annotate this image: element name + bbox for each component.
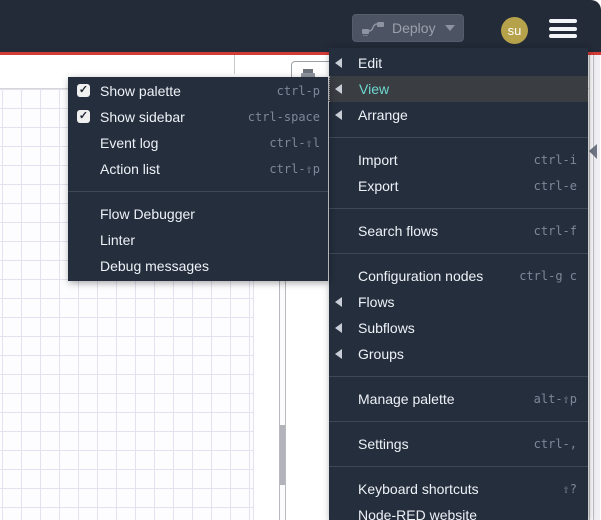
menu-item-label: Configuration nodes — [358, 268, 484, 284]
menu-item-label: Import — [358, 152, 398, 168]
node-red-editor: Deploy su Edit View Arrange Import ctrl-… — [0, 0, 601, 520]
submenu-arrow-icon — [335, 84, 342, 94]
menu-item-shortcut: ctrl-e — [533, 179, 577, 193]
menu-item-label: Flows — [358, 294, 395, 310]
menu-separator — [329, 421, 588, 422]
deploy-button[interactable]: Deploy — [352, 14, 464, 42]
menu-separator — [329, 208, 588, 209]
deploy-icon — [362, 22, 384, 36]
menu-item-label: Action list — [100, 161, 160, 177]
menu-item-flow-debugger[interactable]: Flow Debugger — [68, 201, 328, 227]
page-scrollbar-track — [594, 55, 600, 520]
menu-item-label: Event log — [100, 135, 159, 151]
menu-item-groups[interactable]: Groups — [329, 341, 588, 367]
menu-item-shortcut: ctrl-f — [533, 224, 577, 238]
menu-item-settings[interactable]: Settings ctrl-, — [329, 431, 588, 457]
menu-item-shortcut: ctrl-space — [247, 110, 320, 124]
menu-item-shortcut: ctrl-⇧p — [269, 162, 320, 176]
page-vertical-scrollbar[interactable] — [589, 55, 601, 520]
menu-item-label: Edit — [358, 55, 383, 71]
hamburger-bar — [549, 34, 577, 38]
menu-item-linter[interactable]: Linter — [68, 227, 328, 253]
menu-item-configuration-nodes[interactable]: Configuration nodes ctrl-g c — [329, 263, 588, 289]
menu-item-edit[interactable]: Edit — [329, 50, 588, 76]
submenu-arrow-icon — [335, 323, 342, 333]
deploy-button-label: Deploy — [392, 20, 436, 36]
menu-item-label: Arrange — [358, 107, 408, 123]
page-scrollbar-line — [593, 55, 594, 520]
menu-item-label: Export — [358, 178, 399, 194]
menu-item-show-sidebar[interactable]: ✓ Show sidebar ctrl-space — [68, 104, 328, 130]
main-menu: Edit View Arrange Import ctrl-i Export c… — [329, 48, 588, 520]
menu-item-label: Groups — [358, 346, 404, 362]
menu-item-label: View — [359, 81, 390, 97]
menu-item-debug-messages[interactable]: Debug messages — [68, 253, 328, 279]
menu-item-shortcut: alt-⇧p — [533, 392, 577, 406]
sidebar-collapse-arrow-icon[interactable] — [589, 144, 597, 159]
menu-separator — [329, 376, 588, 377]
menu-item-action-list[interactable]: Action list ctrl-⇧p — [68, 156, 328, 182]
submenu-arrow-icon — [335, 58, 342, 68]
header-bar: Deploy su — [0, 0, 601, 52]
hamburger-menu-button[interactable] — [549, 19, 577, 38]
menu-separator — [329, 137, 588, 138]
view-submenu: ✓ Show palette ctrl-p ✓ Show sidebar ctr… — [68, 77, 328, 281]
hamburger-bar — [549, 19, 577, 23]
menu-item-label: Settings — [358, 436, 409, 452]
menu-item-shortcut: ctrl-i — [533, 153, 577, 167]
user-avatar[interactable]: su — [501, 17, 528, 44]
checkbox-checked-icon[interactable]: ✓ — [77, 110, 90, 123]
tab-divider — [234, 55, 235, 74]
menu-item-event-log[interactable]: Event log ctrl-⇧l — [68, 130, 328, 156]
menu-item-export[interactable]: Export ctrl-e — [329, 173, 588, 199]
menu-item-flows[interactable]: Flows — [329, 289, 588, 315]
menu-item-show-palette[interactable]: ✓ Show palette ctrl-p — [68, 78, 328, 104]
hamburger-bar — [549, 26, 577, 31]
menu-item-label: Node-RED website — [358, 507, 478, 520]
menu-separator — [68, 191, 328, 192]
menu-item-shortcut: ctrl-g c — [519, 269, 577, 283]
menu-item-label: Keyboard shortcuts — [358, 481, 479, 497]
menu-item-label: Search flows — [358, 223, 439, 239]
menu-item-keyboard-shortcuts[interactable]: Keyboard shortcuts ⇧? — [329, 476, 588, 502]
menu-item-label: Subflows — [358, 320, 415, 336]
menu-item-shortcut: ctrl-, — [533, 437, 577, 451]
menu-item-manage-palette[interactable]: Manage palette alt-⇧p — [329, 386, 588, 412]
deploy-caret-icon[interactable] — [445, 25, 455, 31]
menu-item-shortcut: ctrl-⇧l — [269, 136, 320, 150]
canvas-scrollbar-thumb[interactable] — [280, 425, 285, 485]
submenu-arrow-icon — [335, 297, 342, 307]
menu-item-shortcut: ctrl-p — [276, 84, 320, 98]
menu-item-subflows[interactable]: Subflows — [329, 315, 588, 341]
submenu-arrow-icon — [335, 349, 342, 359]
menu-item-shortcut: ⇧? — [562, 482, 577, 496]
submenu-arrow-icon — [335, 110, 342, 120]
menu-item-label: Manage palette — [358, 391, 455, 407]
menu-separator — [329, 466, 588, 467]
menu-item-node-red-website[interactable]: Node-RED website — [329, 502, 588, 520]
menu-item-label: Debug messages — [100, 258, 209, 274]
menu-item-arrange[interactable]: Arrange — [329, 102, 588, 128]
menu-item-label: Show palette — [100, 83, 181, 99]
menu-item-label: Linter — [100, 232, 136, 248]
checkbox-checked-icon[interactable]: ✓ — [77, 84, 90, 97]
menu-item-label: Show sidebar — [100, 109, 185, 125]
menu-item-label: Flow Debugger — [100, 206, 195, 222]
menu-item-search-flows[interactable]: Search flows ctrl-f — [329, 218, 588, 244]
menu-separator — [329, 253, 588, 254]
menu-item-import[interactable]: Import ctrl-i — [329, 147, 588, 173]
menu-item-view[interactable]: View — [329, 76, 588, 102]
